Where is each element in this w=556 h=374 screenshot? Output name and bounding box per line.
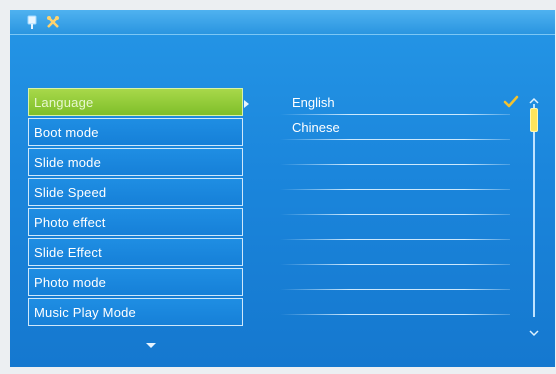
option-label: English bbox=[292, 95, 335, 110]
submenu-arrow-icon bbox=[244, 100, 249, 108]
menu-item-label: Slide mode bbox=[34, 155, 102, 170]
option-empty bbox=[280, 140, 510, 165]
options-scrollbar[interactable] bbox=[529, 92, 539, 337]
menu-item-label: Photo effect bbox=[34, 215, 106, 230]
pin-icon[interactable] bbox=[24, 14, 40, 30]
scroll-thumb[interactable] bbox=[530, 108, 538, 132]
option-label: Chinese bbox=[292, 120, 340, 135]
menu-item-photo-effect[interactable]: Photo effect bbox=[28, 208, 243, 236]
option-chinese[interactable]: Chinese bbox=[280, 115, 510, 140]
option-empty bbox=[280, 265, 510, 290]
scroll-down-arrow-icon[interactable] bbox=[146, 343, 156, 348]
menu-item-label: Photo mode bbox=[34, 275, 107, 290]
scroll-track[interactable] bbox=[533, 104, 535, 317]
menu-item-label: Music Play Mode bbox=[34, 305, 136, 320]
tools-icon[interactable] bbox=[45, 14, 61, 30]
menu-item-photo-mode[interactable]: Photo mode bbox=[28, 268, 243, 296]
menu-item-slide-mode[interactable]: Slide mode bbox=[28, 148, 243, 176]
option-empty bbox=[280, 215, 510, 240]
option-english[interactable]: English bbox=[280, 90, 519, 115]
menu-item-label: Slide Speed bbox=[34, 185, 107, 200]
scroll-up-icon[interactable] bbox=[529, 92, 539, 104]
menu-item-label: Slide Effect bbox=[34, 245, 102, 260]
option-divider bbox=[280, 314, 510, 315]
menu-item-label: Language bbox=[34, 95, 94, 110]
settings-screen: Language Boot mode Slide mode Slide Spee… bbox=[10, 10, 555, 367]
check-icon bbox=[502, 93, 520, 111]
menu-item-music-play-mode[interactable]: Music Play Mode bbox=[28, 298, 243, 326]
menu-item-slide-speed[interactable]: Slide Speed bbox=[28, 178, 243, 206]
top-bar bbox=[10, 10, 555, 35]
settings-menu: Language Boot mode Slide mode Slide Spee… bbox=[28, 88, 243, 328]
menu-item-label: Boot mode bbox=[34, 125, 99, 140]
scroll-down-icon[interactable] bbox=[529, 324, 539, 337]
option-empty bbox=[280, 190, 510, 215]
option-empty bbox=[280, 240, 510, 265]
option-empty bbox=[280, 290, 510, 315]
language-options: English Chinese bbox=[280, 90, 519, 315]
option-empty bbox=[280, 165, 510, 190]
menu-item-boot-mode[interactable]: Boot mode bbox=[28, 118, 243, 146]
menu-item-slide-effect[interactable]: Slide Effect bbox=[28, 238, 243, 266]
menu-item-language[interactable]: Language bbox=[28, 88, 243, 116]
